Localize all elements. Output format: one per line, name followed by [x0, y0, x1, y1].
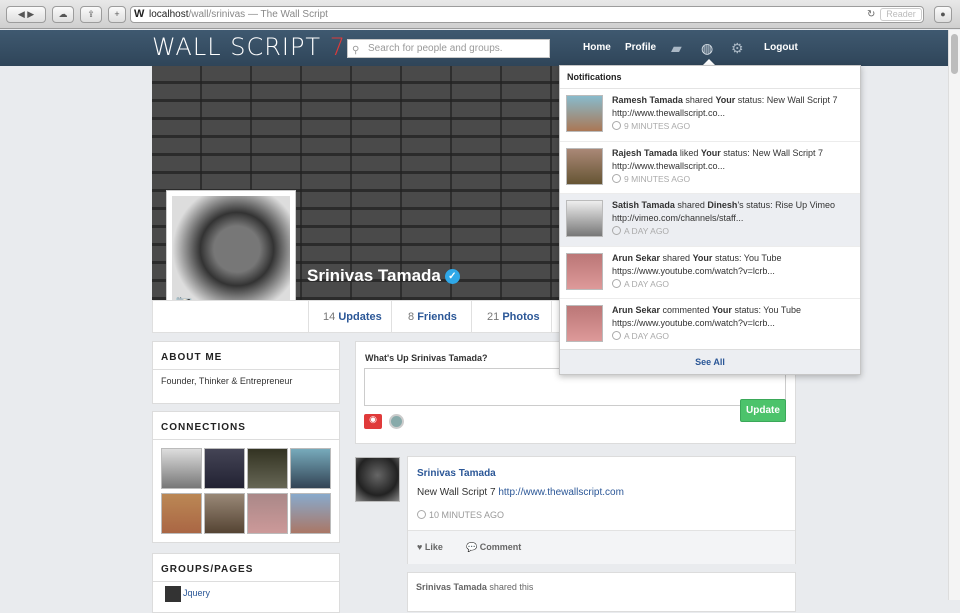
- shared-post: Srinivas Tamada shared this: [407, 572, 796, 612]
- cloud-icon[interactable]: ☁: [52, 6, 74, 23]
- tab-photos[interactable]: 21 Photos: [487, 311, 540, 323]
- tab-friends[interactable]: 8 Friends: [408, 311, 457, 323]
- page-scrollbar[interactable]: [948, 30, 960, 600]
- nav-home-link[interactable]: Home: [583, 42, 611, 53]
- logo[interactable]: WALL SCRIPT 7: [152, 33, 346, 61]
- new-tab-button[interactable]: +: [108, 6, 126, 23]
- downloads-icon[interactable]: ●: [934, 6, 952, 23]
- like-button[interactable]: ♥ Like: [417, 542, 443, 552]
- connection-avatar[interactable]: [247, 493, 288, 534]
- top-navbar: WALL SCRIPT 7 ⚲ Search for people and gr…: [0, 30, 948, 66]
- search-input[interactable]: ⚲ Search for people and groups.: [347, 39, 550, 58]
- about-me-text: Founder, Thinker & Entrepreneur: [161, 376, 293, 386]
- scroll-thumb[interactable]: [951, 34, 958, 74]
- post-body: New Wall Script 7 http://www.thewallscri…: [417, 487, 624, 498]
- notification-item[interactable]: Rajesh Tamada liked Your status: New Wal…: [560, 142, 860, 194]
- clock-icon: [612, 278, 621, 288]
- notification-avatar: [566, 305, 603, 342]
- notification-avatar: [566, 147, 603, 185]
- see-all-link[interactable]: See All: [560, 349, 860, 374]
- update-button[interactable]: Update: [740, 399, 786, 422]
- connection-avatar[interactable]: [290, 448, 331, 489]
- connection-avatar[interactable]: [204, 448, 245, 489]
- connection-avatar[interactable]: [290, 493, 331, 534]
- notification-item[interactable]: Satish Tamada shared Dinesh's status: Ri…: [560, 194, 860, 247]
- share-icon[interactable]: ⇪: [80, 6, 102, 23]
- shared-header: Srinivas Tamada shared this: [416, 582, 534, 592]
- post-time: 10 MINUTES AGO: [417, 510, 504, 520]
- heart-icon: ♥: [417, 542, 423, 552]
- comment-icon: 💬: [466, 542, 478, 552]
- reader-button[interactable]: Reader: [880, 8, 922, 21]
- groups-card: GROUPS/PAGES Jquery: [152, 553, 340, 613]
- url-path: /wall/srinivas: [188, 9, 246, 20]
- photo-upload-icon[interactable]: ◉: [364, 414, 382, 429]
- search-placeholder: Search for people and groups.: [368, 43, 503, 54]
- clock-icon: [612, 226, 621, 235]
- search-icon: ⚲: [352, 45, 360, 56]
- comment-button[interactable]: 💬 Comment: [466, 542, 521, 553]
- post-author-avatar[interactable]: [355, 457, 400, 502]
- nav-logout-link[interactable]: Logout: [764, 42, 798, 53]
- connections-title: CONNECTIONS: [153, 412, 339, 440]
- connection-avatar[interactable]: [204, 493, 245, 534]
- clock-icon: [612, 331, 621, 340]
- group-item[interactable]: Jquery: [153, 586, 339, 602]
- notification-avatar: [566, 95, 603, 132]
- composer-prompt: What's Up Srinivas Tamada?: [365, 353, 488, 363]
- clock-icon: [612, 173, 621, 183]
- connection-avatar[interactable]: [161, 493, 202, 534]
- clock-icon: [417, 510, 426, 519]
- tab-updates[interactable]: 14 Updates: [323, 311, 382, 323]
- connection-avatar[interactable]: [161, 448, 202, 489]
- groups-title: GROUPS/PAGES: [153, 554, 339, 582]
- post-link[interactable]: http://www.thewallscript.com: [498, 487, 624, 498]
- about-me-card: ABOUT ME Founder, Thinker & Entrepreneur: [152, 341, 340, 404]
- verified-badge-icon: ✓: [444, 269, 460, 284]
- settings-gear-icon[interactable]: ⚙: [731, 40, 744, 57]
- address-bar[interactable]: W localhost/wall/srinivas — The Wall Scr…: [130, 6, 924, 23]
- notification-item[interactable]: Arun Sekar commented Your status: You Tu…: [560, 299, 860, 352]
- notification-item[interactable]: Ramesh Tamada shared Your status: New Wa…: [560, 89, 860, 142]
- feed-post: Srinivas Tamada New Wall Script 7 http:/…: [407, 456, 796, 564]
- notifications-title: Notifications: [560, 66, 860, 89]
- page-title-in-url: — The Wall Script: [247, 9, 328, 20]
- clock-icon: [612, 121, 621, 130]
- notification-avatar: [566, 252, 603, 290]
- notifications-dropdown: Notifications Ramesh Tamada shared Your …: [559, 65, 861, 375]
- url-host: localhost: [149, 9, 189, 20]
- browser-toolbar: ◀ ▶ ☁ ⇪ + W localhost/wall/srinivas — Th…: [0, 0, 960, 29]
- globe-notifications-icon[interactable]: ◍: [701, 40, 713, 57]
- notification-avatar: [566, 200, 603, 237]
- back-forward-buttons[interactable]: ◀ ▶: [6, 6, 46, 23]
- connections-grid: [153, 446, 339, 536]
- nav-profile-link[interactable]: Profile: [625, 42, 656, 53]
- reload-icon[interactable]: ↻: [867, 7, 875, 22]
- post-actions: ♥ Like 💬 Comment: [408, 530, 795, 564]
- profile-name: Srinivas Tamada ✓: [307, 266, 460, 286]
- notification-item[interactable]: Arun Sekar shared Your status: You Tube …: [560, 247, 860, 299]
- site-favicon: W: [134, 8, 145, 20]
- post-author[interactable]: Srinivas Tamada: [417, 468, 496, 479]
- about-me-title: ABOUT ME: [153, 342, 339, 370]
- connections-card: CONNECTIONS: [152, 411, 340, 543]
- messages-icon[interactable]: ▰: [671, 40, 682, 57]
- connection-avatar[interactable]: [247, 448, 288, 489]
- webcam-icon[interactable]: [389, 414, 404, 429]
